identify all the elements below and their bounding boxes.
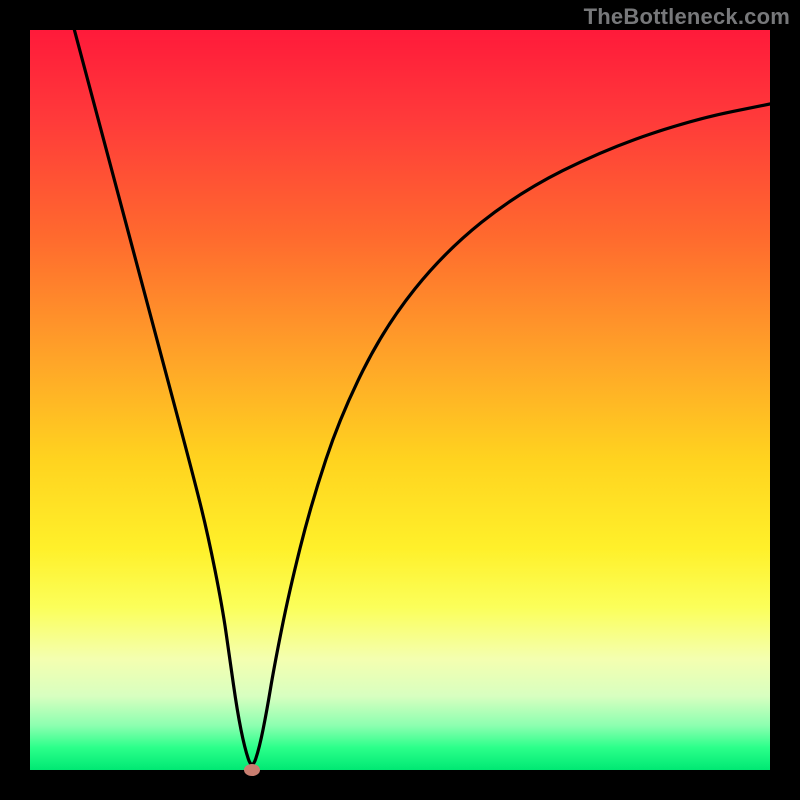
optimal-point-marker — [244, 764, 260, 776]
plot-area — [30, 30, 770, 770]
watermark-text: TheBottleneck.com — [584, 4, 790, 30]
bottleneck-curve — [74, 30, 770, 764]
chart-frame: TheBottleneck.com — [0, 0, 800, 800]
curve-layer — [30, 30, 770, 770]
